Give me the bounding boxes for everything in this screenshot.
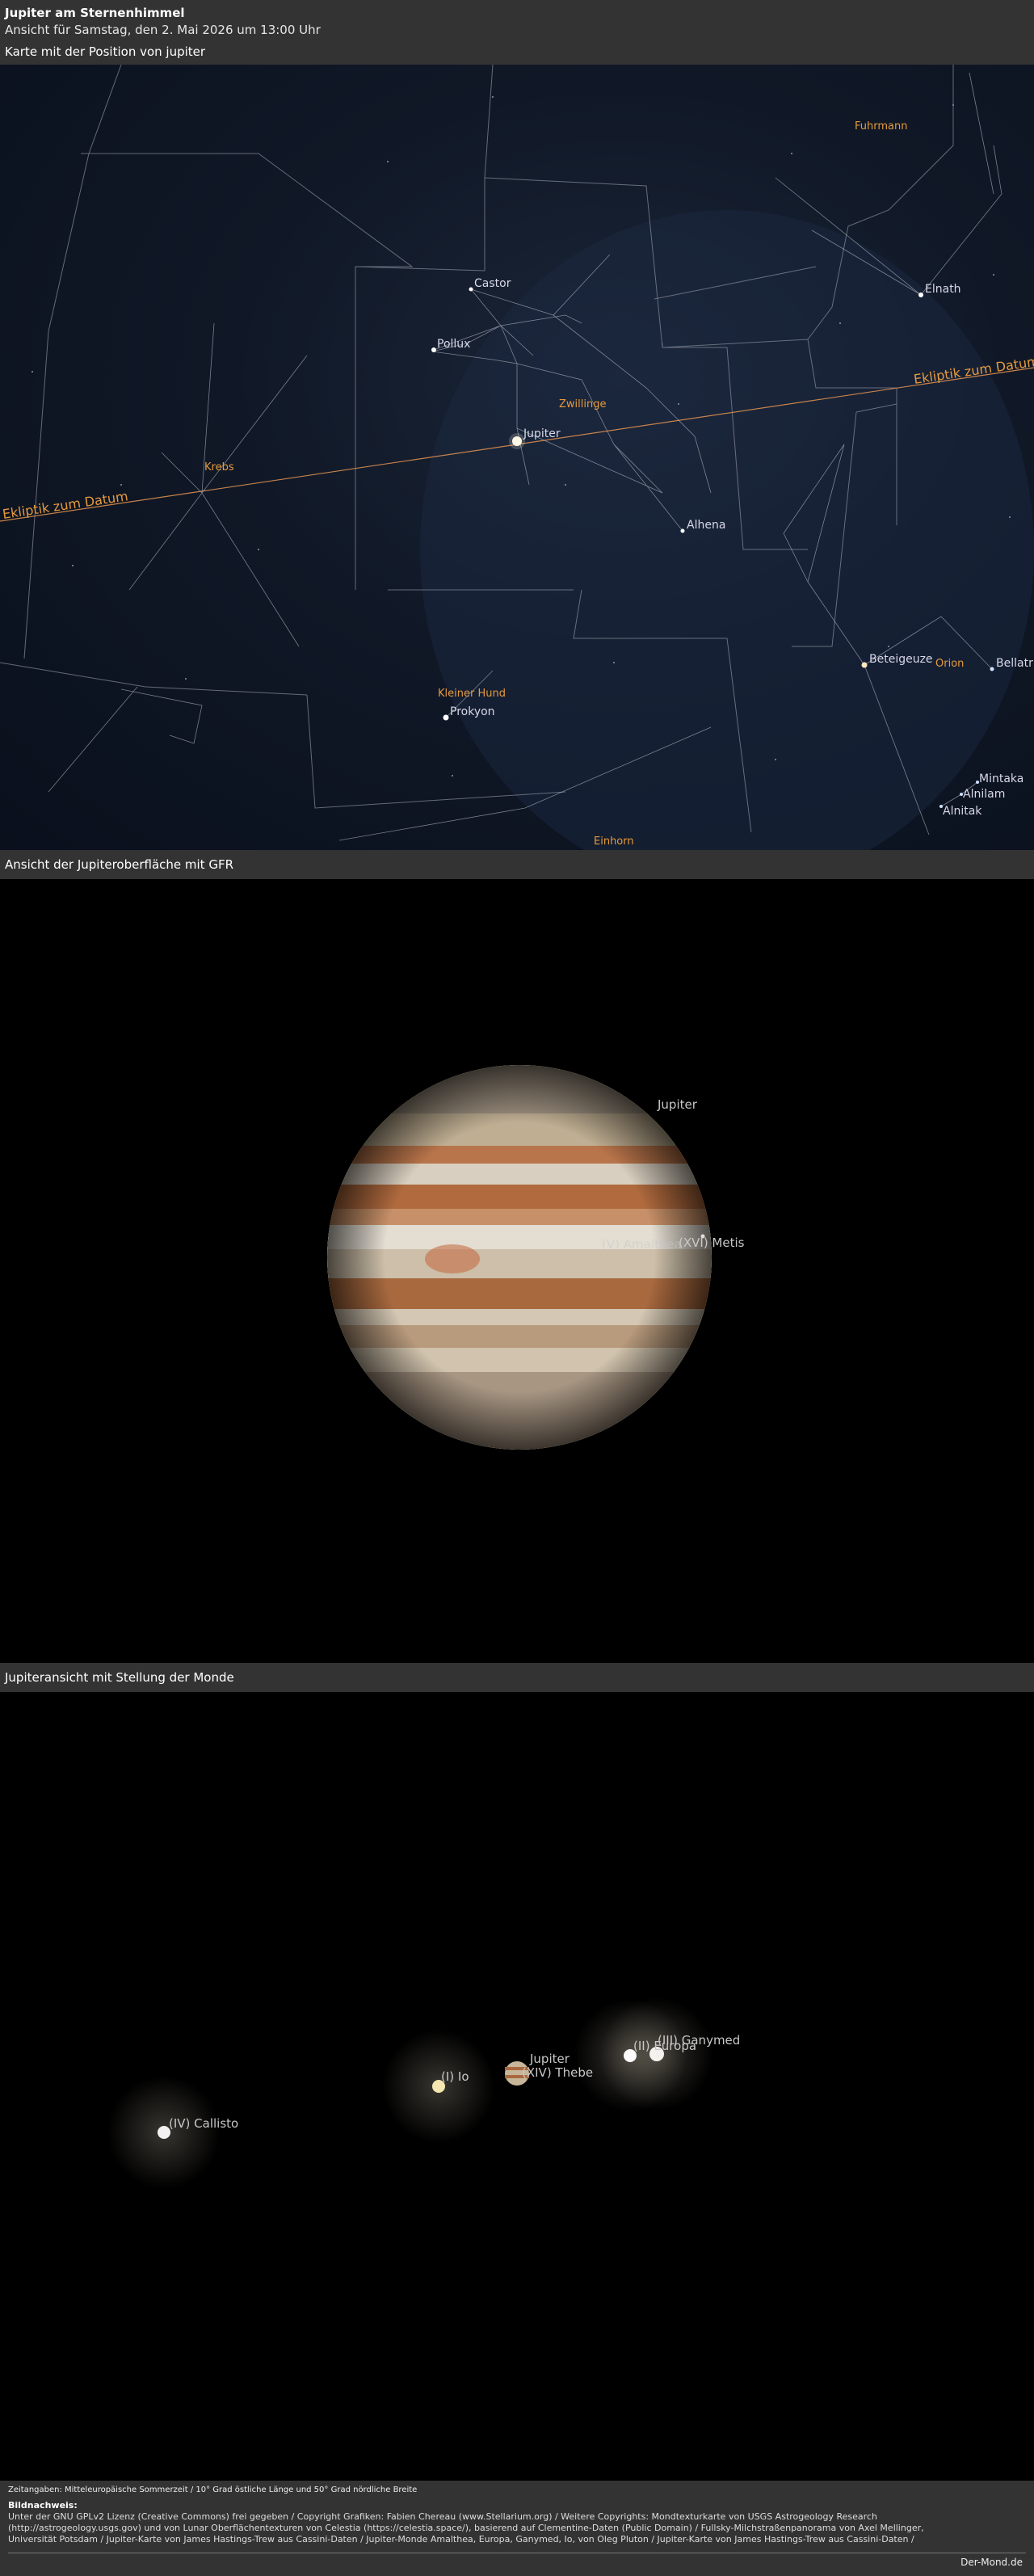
beteigeuze-star[interactable]	[861, 662, 868, 668]
credits-heading: Bildnachweis:	[8, 2500, 78, 2511]
gfr-amalthea-label: (V) Amalthea	[602, 1237, 682, 1252]
label-zwillinge: Zwillinge	[559, 398, 606, 410]
label-beteigeuze: Beteigeuze	[869, 653, 933, 666]
label-krebs: Krebs	[204, 461, 234, 474]
section-bar-moons: Jupiteransicht mit Stellung der Monde	[0, 1663, 1034, 1692]
sky-map[interactable]: Castor Pollux Jupiter Alhena Elnath Bete…	[0, 65, 1034, 850]
jupiter-disk[interactable]	[323, 1065, 719, 1453]
bellatrix-star[interactable]	[990, 667, 994, 671]
milky-way-glow	[420, 210, 1034, 850]
page-header: Jupiter am Sternenhimmel Ansicht für Sam…	[0, 0, 1034, 65]
moons-jupiter-label: Jupiter	[529, 2052, 570, 2066]
footer: Zeitangaben: Mitteleuropäische Sommerzei…	[0, 2481, 1034, 2576]
label-prokyon: Prokyon	[450, 705, 495, 718]
moons-canvas: Jupiter (XIV) Thebe (I) Io (II) Europa (…	[107, 1997, 740, 2189]
label-einhorn: Einhorn	[594, 836, 634, 848]
section-label-gfr: Ansicht der Jupiteroberfläche mit GFR	[5, 857, 233, 872]
moons-io-label: (I) Io	[441, 2069, 469, 2084]
label-alnilam: Alnilam	[963, 788, 1005, 801]
jupiter-surface-view[interactable]: Jupiter (XVI) Metis (V) Amalthea	[0, 879, 1034, 1663]
site-link[interactable]: Der-Mond.de	[960, 2557, 1023, 2568]
label-jupiter: Jupiter	[523, 427, 561, 440]
section-bar-gfr: Ansicht der Jupiteroberfläche mit GFR	[0, 850, 1034, 879]
moons-callisto-label: (IV) Callisto	[169, 2116, 238, 2131]
alhena-star[interactable]	[680, 528, 685, 533]
label-alhena: Alhena	[687, 519, 725, 532]
label-bellatrix: Bellatrix	[996, 657, 1034, 670]
moons-view[interactable]: Jupiter (XIV) Thebe (I) Io (II) Europa (…	[0, 1692, 1034, 2481]
moons-thebe-label: (XIV) Thebe	[522, 2065, 593, 2080]
label-castor: Castor	[474, 277, 511, 290]
prokyon-star[interactable]	[443, 714, 449, 721]
page: Jupiter am Sternenhimmel Ansicht für Sam…	[0, 0, 1034, 2576]
page-title: Jupiter am Sternenhimmel	[5, 6, 185, 20]
label-ecliptic-left: Ekliptik zum Datum	[2, 488, 129, 522]
credits-text: Unter der GNU GPLv2 Lizenz (Creative Com…	[8, 2511, 1010, 2545]
castor-star[interactable]	[469, 287, 473, 292]
label-alnitak: Alnitak	[943, 805, 982, 818]
label-elnath: Elnath	[925, 283, 961, 296]
gfr-jupiter-label: Jupiter	[657, 1097, 698, 1112]
credits-line-2: (http://astrogeology.usgs.gov) und von L…	[8, 2523, 924, 2533]
credits-line-3: Universität Potsdam / Jupiter-Karte von …	[8, 2534, 914, 2544]
gfr-metis-label: (XVI) Metis	[679, 1235, 745, 1250]
label-pollux: Pollux	[437, 338, 470, 351]
section-label-moons: Jupiteransicht mit Stellung der Monde	[5, 1670, 234, 1685]
time-note: Zeitangaben: Mitteleuropäische Sommerzei…	[8, 2486, 418, 2494]
jupiter-surface-canvas: Jupiter (XVI) Metis (V) Amalthea	[323, 1065, 745, 1453]
label-kleiner-hund: Kleiner Hund	[438, 688, 506, 700]
label-mintaka: Mintaka	[979, 772, 1023, 785]
label-fuhrmann: Fuhrmann	[855, 120, 907, 133]
label-orion: Orion	[935, 658, 964, 670]
elnath-star[interactable]	[918, 293, 923, 297]
date-subtitle: Ansicht für Samstag, den 2. Mai 2026 um …	[5, 23, 321, 37]
credits-line-1: Unter der GNU GPLv2 Lizenz (Creative Com…	[8, 2511, 877, 2522]
sky-map-canvas: Castor Pollux Jupiter Alhena Elnath Bete…	[0, 65, 1034, 850]
moons-ganymed-label: (III) Ganymed	[658, 2033, 740, 2048]
section-label-map: Karte mit der Position von jupiter	[5, 44, 206, 59]
pollux-star[interactable]	[431, 347, 436, 352]
